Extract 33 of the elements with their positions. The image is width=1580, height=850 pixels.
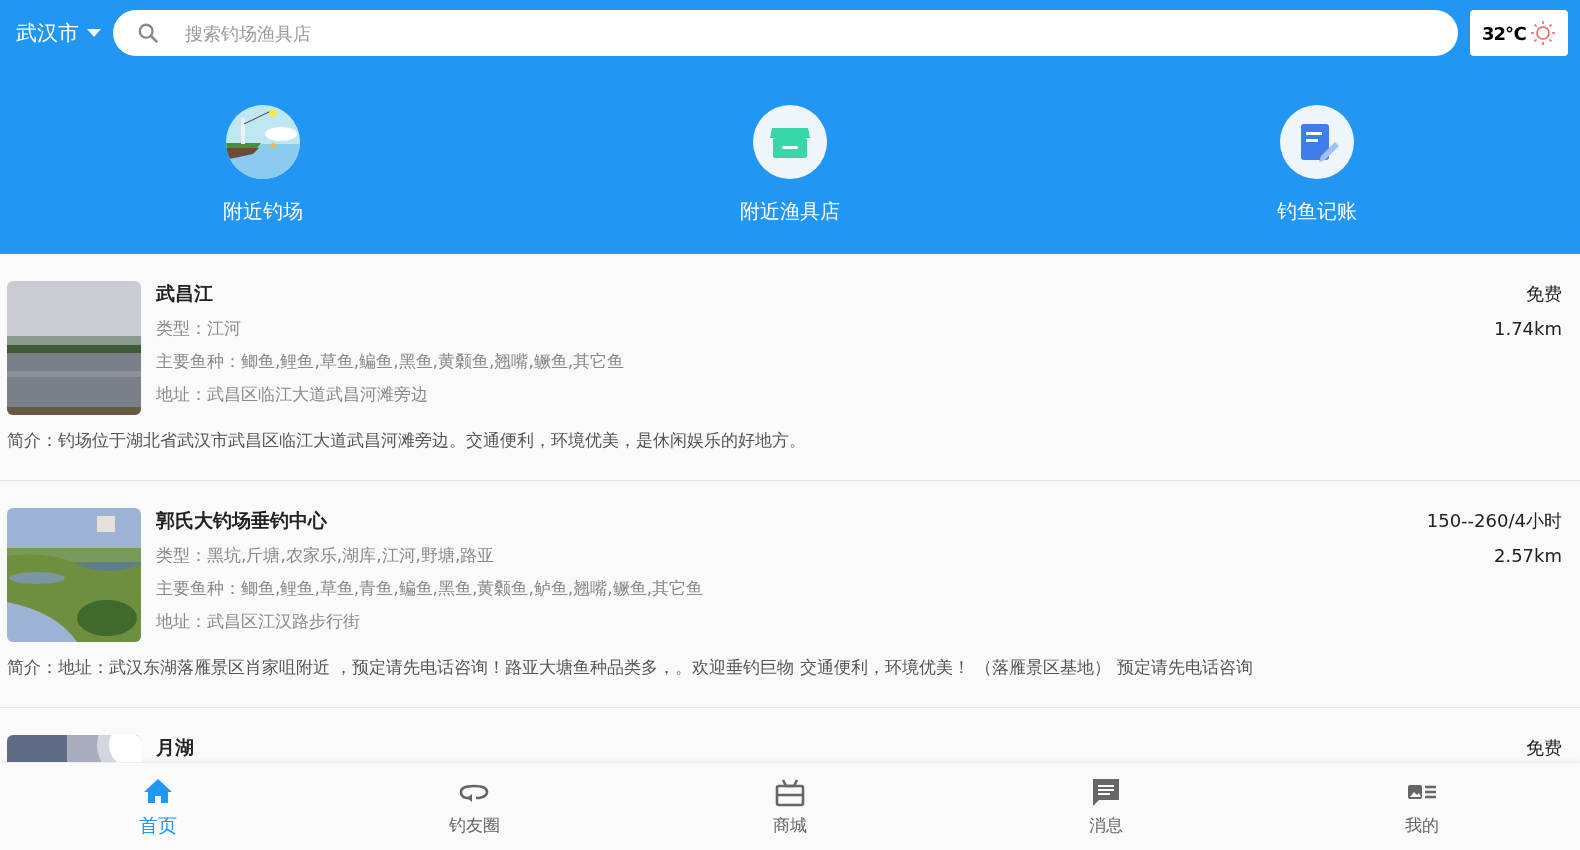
distance-text: 2.57km — [1493, 545, 1562, 566]
nav-tab[interactable]: 我的 — [1264, 763, 1580, 850]
chat-icon — [1090, 776, 1122, 808]
store-icon — [752, 104, 828, 180]
spot-name: 月湖 — [156, 735, 194, 760]
shortcut-button[interactable]: 钓鱼记账 — [1216, 104, 1417, 225]
sun-icon — [1529, 20, 1556, 46]
nav-tab[interactable]: 首页 — [0, 763, 316, 850]
search-icon — [137, 22, 159, 44]
spot-type: 类型：黑坑,斤塘,农家乐,湖库,江河,野塘,路亚 — [156, 544, 495, 567]
spot-address: 地址：武昌区江汉路步行街 — [156, 610, 360, 633]
fish-species: 主要鱼种：鲫鱼,鲤鱼,草鱼,青鱼,鳊鱼,黑鱼,黄颡鱼,鲈鱼,翘嘴,鳜鱼,其它鱼 — [156, 577, 704, 600]
price-text: 150--260/4小时 — [1426, 509, 1562, 533]
spot-address: 地址：武昌区临江大道武昌河滩旁边 — [156, 383, 428, 406]
spot-name: 郭氏大钓场垂钓中心 — [156, 508, 327, 533]
spot-type: 类型：江河 — [156, 317, 241, 340]
spot-intro: 简介：钓场位于湖北省武汉市武昌区临江大道武昌河滩旁边。交通便利，环境优美，是休闲娱乐的好地方。 — [7, 429, 807, 452]
distance-text: 1.74km — [1493, 318, 1562, 339]
nav-tab[interactable]: 商城 — [632, 763, 948, 850]
nav-tab[interactable]: 消息 — [948, 763, 1264, 850]
shortcut-button[interactable]: 附近渔具店 — [690, 104, 890, 225]
price-text: 免费 — [1526, 736, 1562, 760]
temperature: 32℃ — [1482, 22, 1526, 44]
notepad-icon — [1278, 104, 1355, 180]
search-field[interactable]: 搜索钓场渔具店 — [113, 10, 1458, 56]
fish-species: 主要鱼种：鲫鱼,鲤鱼,草鱼,鳊鱼,黑鱼,黄颡鱼,翘嘴,鳜鱼,其它鱼 — [156, 350, 625, 373]
city-selector[interactable]: 武汉市 — [16, 19, 101, 47]
price-text: 免费 — [1526, 282, 1562, 306]
caret-icon — [87, 29, 101, 37]
nav-tab[interactable]: 钓友圈 — [316, 763, 632, 850]
spot-name: 武昌江 — [156, 281, 213, 306]
spot-intro: 简介：地址：武汉东湖落雁景区肖家咀附近 ，预定请先电话咨询！路亚大塘鱼种品类多，。欢迎垂钓巨物 交通便利，环境优美！ （落雁景区基地） 预定请先电话咨询 — [7, 656, 1254, 679]
shortcut-button[interactable]: 附近钓场 — [163, 104, 364, 225]
